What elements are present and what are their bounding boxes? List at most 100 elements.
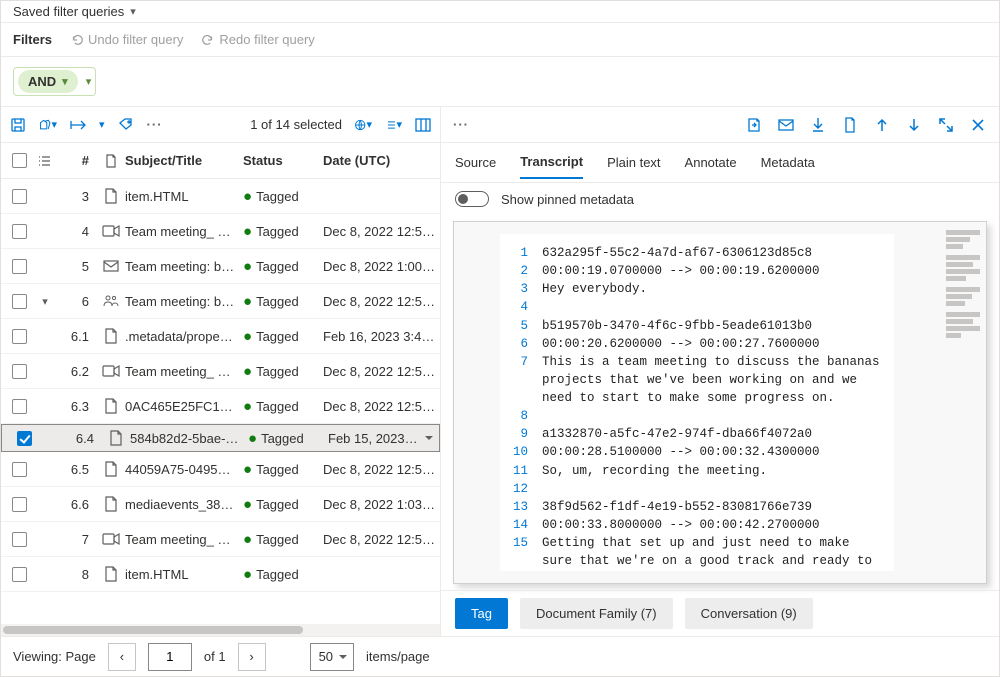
row-subject: 0AC465E25FC146E... [125, 399, 243, 414]
tag-clear-icon[interactable] [117, 116, 135, 134]
document-family-button[interactable]: Document Family (7) [520, 598, 673, 629]
transcript-line: 1632a295f-55c2-4a7d-af67-6306123d85c8 [512, 244, 882, 262]
arrow-right-icon[interactable] [69, 116, 87, 134]
table-row[interactable]: ▾6Team meeting: ban...●TaggedDec 8, 2022… [1, 284, 440, 319]
redo-filter-button[interactable]: Redo filter query [201, 32, 314, 47]
row-checkbox[interactable] [12, 532, 27, 547]
boolean-operator-control[interactable]: AND ▾ ▾ [13, 67, 96, 96]
undo-filter-button[interactable]: Undo filter query [70, 32, 183, 47]
row-checkbox[interactable] [12, 189, 27, 204]
row-status: ●Tagged [243, 294, 323, 309]
row-checkbox[interactable] [12, 364, 27, 379]
tab-source[interactable]: Source [455, 147, 496, 178]
row-checkbox[interactable] [12, 224, 27, 239]
expand-toggle[interactable]: ▾ [33, 295, 57, 308]
tag-group-icon[interactable]: ▾ [39, 116, 57, 134]
col-number[interactable]: # [57, 153, 97, 168]
row-number: 7 [57, 532, 97, 547]
group-icon[interactable] [33, 155, 57, 167]
export-icon[interactable] [745, 116, 763, 134]
row-checkbox[interactable] [12, 567, 27, 582]
document-icon[interactable] [841, 116, 859, 134]
transcript-line: 5b519570b-3470-4f6c-9fbb-5eade61013b0 [512, 317, 882, 335]
row-type-icon [97, 224, 125, 238]
table-row[interactable]: 6.544059A75-0495E62...●TaggedDec 8, 2022… [1, 452, 440, 487]
select-all-checkbox[interactable] [12, 153, 27, 168]
download-icon[interactable] [809, 116, 827, 134]
table-row[interactable]: 4Team meeting_ ban...●TaggedDec 8, 2022 … [1, 214, 440, 249]
columns-icon[interactable] [414, 116, 432, 134]
arrow-down-icon[interactable] [905, 116, 923, 134]
tab-transcript[interactable]: Transcript [520, 146, 583, 179]
row-checkbox[interactable] [17, 431, 32, 446]
tab-annotate[interactable]: Annotate [685, 147, 737, 178]
row-number: 6.1 [57, 329, 97, 344]
globe-icon[interactable]: ▾ [354, 116, 372, 134]
save-icon[interactable] [9, 116, 27, 134]
row-checkbox[interactable] [12, 329, 27, 344]
tab-plain-text[interactable]: Plain text [607, 147, 660, 178]
row-subject: 44059A75-0495E62... [125, 462, 243, 477]
expand-icon[interactable] [937, 116, 955, 134]
prev-page-button[interactable]: ‹ [108, 643, 136, 671]
arrow-up-icon[interactable] [873, 116, 891, 134]
items-per-page-label: items/page [366, 649, 430, 664]
list-icon[interactable]: ▾ [384, 116, 402, 134]
col-status[interactable]: Status [243, 153, 323, 168]
row-status: ●Tagged [243, 497, 323, 512]
row-subject: Team meeting: ban... [125, 259, 243, 274]
chevron-down-icon[interactable]: ▾ [99, 118, 105, 131]
minimap[interactable] [940, 222, 986, 583]
page-input[interactable] [148, 643, 192, 671]
conversation-button[interactable]: Conversation (9) [685, 598, 813, 629]
row-date: Feb 16, 2023 3:49:5... [323, 329, 436, 344]
items-per-page-select[interactable]: 50 [310, 643, 354, 671]
row-subject: Team meeting_ ban... [125, 532, 243, 547]
row-subject: item.HTML [125, 189, 243, 204]
table-row[interactable]: 6.6mediaevents_3802-...●TaggedDec 8, 202… [1, 487, 440, 522]
more-icon[interactable]: ··· [453, 117, 469, 132]
table-row[interactable]: 5Team meeting: ban...●TaggedDec 8, 2022 … [1, 249, 440, 284]
row-number: 4 [57, 224, 97, 239]
row-date: Dec 8, 2022 12:59:2... [323, 224, 436, 239]
col-date[interactable]: Date (UTC) [323, 153, 436, 168]
row-number: 6 [57, 294, 97, 309]
col-subject[interactable]: Subject/Title [125, 153, 243, 168]
table-row[interactable]: 6.30AC465E25FC146E...●TaggedDec 8, 2022 … [1, 389, 440, 424]
transcript-line: 1000:00:28.5100000 --> 00:00:32.4300000 [512, 443, 882, 461]
row-type-icon [97, 188, 125, 204]
row-date: Dec 8, 2022 1:00:00... [323, 259, 436, 274]
row-type-icon [102, 430, 130, 446]
next-page-button[interactable]: › [238, 643, 266, 671]
row-type-icon [97, 398, 125, 414]
chevron-down-icon: ▾ [86, 75, 92, 88]
table-row[interactable]: 7Team meeting_ ban...●TaggedDec 8, 2022 … [1, 522, 440, 557]
row-checkbox[interactable] [12, 399, 27, 414]
row-number: 5 [57, 259, 97, 274]
tab-metadata[interactable]: Metadata [761, 147, 815, 178]
row-checkbox[interactable] [12, 497, 27, 512]
row-type-icon [97, 566, 125, 582]
more-icon[interactable]: ··· [147, 117, 163, 132]
horizontal-scrollbar[interactable] [1, 624, 440, 636]
table-row[interactable]: 3item.HTML●Tagged [1, 179, 440, 214]
row-checkbox[interactable] [12, 259, 27, 274]
show-pinned-metadata-toggle[interactable] [455, 191, 489, 207]
tag-button[interactable]: Tag [455, 598, 508, 629]
row-subject: 584b82d2-5bae-4f... [130, 431, 248, 446]
table-row[interactable]: 6.4584b82d2-5bae-4f...●TaggedFeb 15, 202… [1, 424, 440, 452]
saved-filter-queries-dropdown[interactable]: Saved filter queries ▾ [13, 4, 136, 19]
table-row[interactable]: 8item.HTML●Tagged [1, 557, 440, 592]
row-checkbox[interactable] [12, 294, 27, 309]
row-subject: mediaevents_3802-... [125, 497, 243, 512]
close-icon[interactable] [969, 116, 987, 134]
mail-icon[interactable] [777, 116, 795, 134]
row-checkbox[interactable] [12, 462, 27, 477]
transcript-line: 15Getting that set up and just need to m… [512, 534, 882, 571]
table-row[interactable]: 6.2Team meeting_ ban...●TaggedDec 8, 202… [1, 354, 440, 389]
transcript-line: 4 [512, 298, 882, 316]
table-row[interactable]: 6.1.metadata/properti...●TaggedFeb 16, 2… [1, 319, 440, 354]
col-type-icon[interactable] [97, 154, 125, 168]
preview-tabs: Source Transcript Plain text Annotate Me… [441, 143, 999, 183]
row-type-icon [97, 260, 125, 272]
